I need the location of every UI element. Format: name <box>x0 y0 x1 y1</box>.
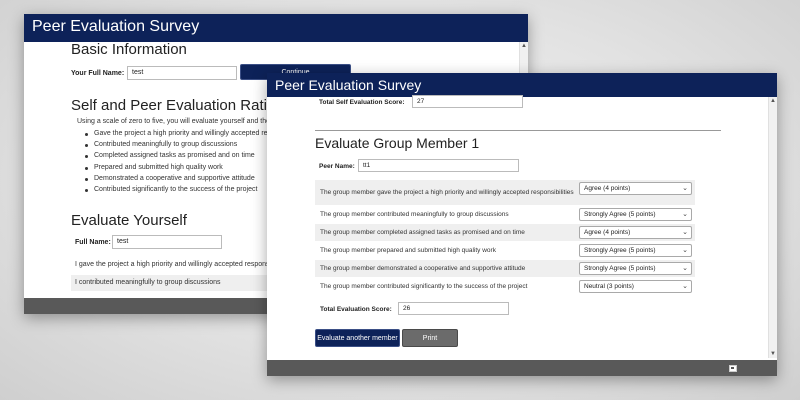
full-name-label: Your Full Name: <box>71 70 125 77</box>
question-text: The group member contributed significant… <box>320 283 528 290</box>
basic-info-heading: Basic Information <box>71 41 187 58</box>
list-item: Prepared and submitted high quality work <box>84 164 279 175</box>
question-row: The group member contributed significant… <box>315 278 695 295</box>
print-button[interactable]: Print <box>402 329 458 347</box>
chevron-down-icon: ⌄ <box>682 265 688 272</box>
vertical-scrollbar[interactable]: ▲ ▼ <box>768 97 777 358</box>
question-text: The group member contributed meaningfull… <box>320 211 509 218</box>
window-title: Peer Evaluation Survey <box>32 18 200 35</box>
total-eval-score-label: Total Evaluation Score: <box>320 306 392 313</box>
question-text: The group member prepared and submitted … <box>320 247 496 254</box>
question-row: The group member contributed meaningfull… <box>315 206 695 223</box>
question-row: The group member gave the project a high… <box>315 180 695 205</box>
rating-value: Agree (4 points) <box>584 185 631 192</box>
evaluate-another-member-button[interactable]: Evaluate another member <box>315 329 400 347</box>
list-item: Contributed meaningfully to group discus… <box>84 141 279 152</box>
window-title-bar: Peer Evaluation Survey <box>267 73 777 97</box>
question-row: The group member prepared and submitted … <box>315 242 695 259</box>
rating-select[interactable]: Strongly Agree (5 points) ⌄ <box>579 244 692 257</box>
list-item: Contributed significantly to the success… <box>84 186 279 197</box>
ratings-heading: Self and Peer Evaluation Ratings <box>71 97 292 114</box>
self-name-label: Full Name: <box>75 239 111 246</box>
total-eval-score-field: 26 <box>398 302 509 315</box>
chevron-down-icon: ⌄ <box>682 247 688 254</box>
front-survey-window: Peer Evaluation Survey ▲ ▼ Total Self Ev… <box>267 73 777 376</box>
rating-value: Agree (4 points) <box>584 229 631 236</box>
window-title-bar: Peer Evaluation Survey <box>24 14 528 42</box>
question-row: The group member demonstrated a cooperat… <box>315 260 695 277</box>
list-item: Demonstrated a cooperative and supportiv… <box>84 175 279 186</box>
question-text: The group member completed assigned task… <box>320 229 525 236</box>
list-item: Completed assigned tasks as promised and… <box>84 152 279 163</box>
rating-value: Strongly Agree (5 points) <box>584 265 656 272</box>
scroll-up-icon[interactable]: ▲ <box>520 42 528 50</box>
question-row: The group member completed assigned task… <box>315 224 695 241</box>
rating-select[interactable]: Strongly Agree (5 points) ⌄ <box>579 208 692 221</box>
total-self-score-field: 27 <box>412 95 523 108</box>
scroll-up-icon[interactable]: ▲ <box>769 97 777 105</box>
section-divider <box>315 130 721 131</box>
image-icon[interactable] <box>729 365 737 372</box>
total-self-score-label: Total Self Evaluation Score: <box>319 99 405 106</box>
full-name-input[interactable]: test <box>127 66 237 80</box>
chevron-down-icon: ⌄ <box>682 185 688 192</box>
evaluate-yourself-heading: Evaluate Yourself <box>71 212 187 229</box>
chevron-down-icon: ⌄ <box>682 211 688 218</box>
rating-select[interactable]: Strongly Agree (5 points) ⌄ <box>579 262 692 275</box>
group-member-heading: Evaluate Group Member 1 <box>315 135 480 151</box>
chevron-down-icon: ⌄ <box>682 283 688 290</box>
rating-value: Neutral (3 points) <box>584 283 634 290</box>
rating-value: Strongly Agree (5 points) <box>584 211 656 218</box>
question-text: The group member gave the project a high… <box>320 189 574 196</box>
criteria-list: Gave the project a high priority and wil… <box>84 130 279 197</box>
instructions-text: Using a scale of zero to five, you will … <box>77 118 274 125</box>
rating-select[interactable]: Agree (4 points) ⌄ <box>579 226 692 239</box>
rating-select[interactable]: Agree (4 points) ⌄ <box>579 182 692 195</box>
rating-select[interactable]: Neutral (3 points) ⌄ <box>579 280 692 293</box>
rating-value: Strongly Agree (5 points) <box>584 247 656 254</box>
scroll-down-icon[interactable]: ▼ <box>769 350 777 358</box>
chevron-down-icon: ⌄ <box>682 229 688 236</box>
question-text: The group member demonstrated a cooperat… <box>320 265 526 272</box>
peer-name-label: Peer Name: <box>319 163 355 170</box>
list-item: Gave the project a high priority and wil… <box>84 130 279 141</box>
window-footer <box>267 360 777 376</box>
window-title: Peer Evaluation Survey <box>275 77 422 93</box>
self-name-input[interactable]: test <box>112 235 222 249</box>
peer-name-input[interactable]: tt1 <box>358 159 519 172</box>
